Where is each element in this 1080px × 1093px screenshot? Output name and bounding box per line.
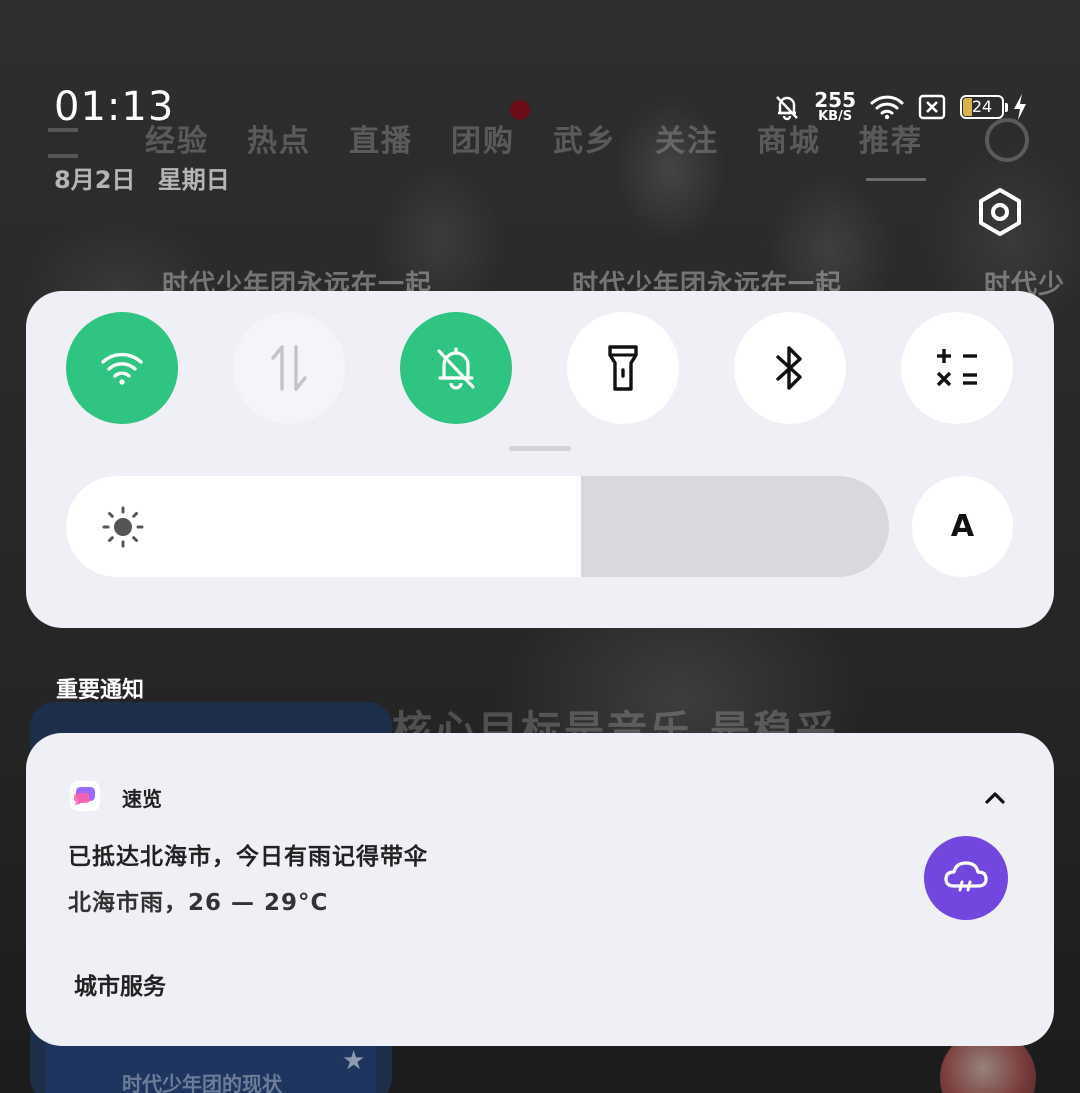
network-speed-unit: KB/S [818, 109, 853, 124]
tile-bluetooth[interactable] [734, 312, 846, 424]
search-icon [985, 118, 1029, 162]
tile-calculator[interactable] [901, 312, 1013, 424]
city-service-button[interactable]: 城市服务 [74, 967, 166, 1001]
bg-tab: 关注 [655, 124, 719, 159]
auto-brightness-button[interactable]: A [912, 476, 1013, 577]
menu-icon [48, 128, 78, 158]
bg-tab: 团购 [451, 124, 515, 159]
network-speed: 255 KB/S [814, 90, 856, 123]
bg-tab: 热点 [247, 124, 311, 159]
bg-tab: 武乡 [553, 124, 617, 159]
star-icon: ★ [342, 1046, 366, 1076]
notification-title: 已抵达北海市，今日有雨记得带伞 [68, 844, 428, 870]
bell-muted-icon [437, 347, 475, 390]
battery-level: 24 [971, 97, 993, 116]
tab-indicator [866, 178, 926, 181]
chevron-up-icon[interactable] [980, 783, 1010, 813]
wifi-icon [870, 95, 904, 119]
network-speed-value: 255 [814, 88, 856, 112]
wifi-icon [101, 352, 143, 385]
battery-fill [963, 97, 972, 116]
date: 8月2日 星期日 [54, 166, 230, 194]
sun-icon [102, 506, 144, 548]
record-dot [510, 100, 530, 120]
flashlight-icon [608, 345, 638, 391]
clock: 01:13 [54, 84, 175, 130]
weather-button[interactable] [924, 836, 1008, 920]
notification-body: 北海市雨，26 — 29°C [68, 890, 329, 916]
notification-card[interactable]: 速览 已抵达北海市，今日有雨记得带伞 北海市雨，26 — 29°C 城市服务 [26, 733, 1054, 1046]
bg-card-footer: 时代少年团的现状 [46, 1040, 376, 1093]
brightness-slider[interactable] [66, 476, 889, 577]
bg-card-title: 时代少年团的现状 [122, 1072, 282, 1093]
tile-flashlight[interactable] [567, 312, 679, 424]
sim-missing-icon [918, 94, 946, 119]
bg-tab: 直播 [349, 124, 413, 159]
status-icons: 255 KB/S 24 [774, 90, 1028, 123]
battery-icon: 24 [960, 94, 1008, 119]
app-icon [70, 781, 100, 811]
bell-muted-icon [776, 95, 799, 120]
tile-silent[interactable] [400, 312, 512, 424]
tile-mobile-data[interactable] [233, 312, 345, 424]
quick-settings-panel: A [26, 291, 1054, 628]
app-name: 速览 [122, 787, 162, 811]
charging-icon [1014, 93, 1026, 120]
rain-cloud-icon [944, 861, 988, 892]
notification-section-title: 重要通知 [56, 678, 145, 703]
panel-expand-handle[interactable] [509, 446, 571, 451]
data-arrows-icon [271, 345, 307, 391]
tile-wifi[interactable] [66, 312, 178, 424]
bluetooth-icon [776, 346, 802, 390]
calculator-icon [936, 349, 977, 387]
settings-gear-icon[interactable] [974, 186, 1026, 238]
